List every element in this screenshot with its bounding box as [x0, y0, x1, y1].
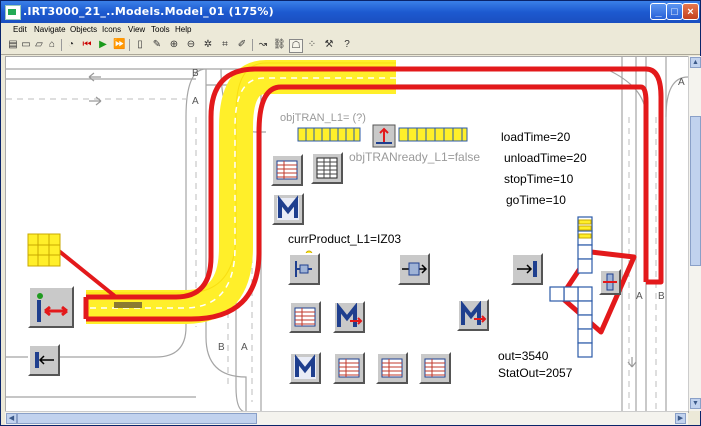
track-letter-b: B [658, 291, 665, 302]
obj-tran-ready-label: objTRANready_L1=false [349, 150, 481, 164]
menu-tools[interactable]: Tools [151, 25, 170, 34]
zoom-in-icon[interactable]: ⊕ [168, 39, 180, 51]
toolbar-separator [252, 39, 253, 51]
grid-icon[interactable]: ⁘ [306, 39, 318, 51]
load-time-label: loadTime=20 [501, 130, 571, 144]
module-m-output-icon[interactable] [333, 301, 365, 333]
toolbar: ▤ ▭ ▱ ⌂ ◔ ⏮ ▶ ⏩ ▯ ✎ ⊕ ⊖ ✲ ⌗ ✐ ↝ ⛓ ☖ ⁘ ⚒ … [1, 37, 700, 55]
app-window: .IRT3000_21_..Models.Model_01 (175%) _ □… [0, 0, 701, 426]
folder-open-icon[interactable]: ▱ [33, 39, 45, 51]
model-canvas[interactable]: B A B A A B A objTRAN_L1= (?) objTRANrea… [5, 56, 689, 413]
clipboard-icon[interactable]: ▯ [134, 39, 146, 51]
brush-icon[interactable]: ✎ [151, 39, 163, 51]
menu-help[interactable]: Help [175, 25, 191, 34]
menu-navigate[interactable]: Navigate [34, 25, 66, 34]
go-time-label: goTime=10 [506, 193, 566, 207]
menu-objects[interactable]: Objects [70, 25, 97, 34]
title-bar[interactable]: .IRT3000_21_..Models.Model_01 (175%) _ □… [1, 1, 700, 23]
rewind-icon[interactable]: ⏮ [81, 39, 93, 51]
route-icon[interactable]: ↝ [257, 39, 269, 51]
track-letter-a: A [636, 291, 643, 302]
crop-icon[interactable]: ⌗ [219, 39, 231, 51]
toolbar-separator [61, 39, 62, 51]
minimize-button[interactable]: _ [650, 3, 667, 20]
menu-bar: Edit Navigate Objects Icons View Tools H… [1, 23, 700, 37]
vertical-scroll-thumb[interactable] [690, 116, 701, 266]
window-title: .IRT3000_21_..Models.Model_01 (175%) [23, 5, 274, 18]
fast-forward-icon[interactable]: ⏩ [113, 39, 125, 51]
table-icon[interactable] [419, 352, 451, 384]
stat-out-label: StatOut=2057 [498, 366, 573, 380]
scroll-up-icon[interactable]: ▲ [690, 57, 701, 68]
home-icon[interactable]: ⌂ [46, 39, 58, 51]
module-m-output-icon[interactable] [457, 299, 489, 331]
maximize-button[interactable]: □ [666, 3, 683, 20]
toolbar-separator [129, 39, 130, 51]
zoom-fit-icon[interactable]: ✲ [202, 39, 214, 51]
vertical-scrollbar[interactable]: ▲ ▼ [688, 56, 701, 411]
edit-icon[interactable]: ✐ [236, 39, 248, 51]
scroll-down-icon[interactable]: ▼ [690, 398, 701, 409]
table-icon[interactable] [333, 352, 365, 384]
module-m-icon[interactable] [272, 193, 304, 225]
link-icon[interactable]: ⛓ [273, 39, 286, 51]
track-letter-a: A [241, 342, 248, 353]
comment-icon[interactable]: ☖ [289, 39, 303, 53]
unload-time-label: unloadTime=20 [504, 151, 587, 165]
horizontal-scroll-thumb[interactable] [17, 413, 257, 424]
transfer-station-icon[interactable] [398, 253, 430, 285]
out-counter-label: out=3540 [498, 349, 549, 363]
zoom-out-icon[interactable]: ⊖ [185, 39, 197, 51]
scroll-right-icon[interactable]: ▶ [675, 413, 686, 424]
app-icon [5, 5, 21, 20]
menu-edit[interactable]: Edit [13, 25, 27, 34]
current-product-label: currProduct_L1=IZ03 [288, 232, 402, 246]
walker-icon[interactable]: ⚒ [323, 39, 335, 51]
book-icon[interactable]: ▤ [7, 39, 19, 51]
module-m-icon[interactable] [289, 352, 321, 384]
entry-station-icon[interactable] [28, 344, 60, 376]
track-letter-a: A [678, 77, 685, 88]
track-letter-a: A [192, 96, 199, 107]
transfer-unit-icon[interactable] [28, 286, 74, 328]
table-icon[interactable] [311, 152, 343, 184]
menu-view[interactable]: View [128, 25, 145, 34]
station-icon[interactable] [288, 253, 320, 285]
track-letter-b: B [218, 342, 225, 353]
horizontal-scrollbar[interactable]: ◀ ▶ [5, 411, 688, 425]
table-icon[interactable] [289, 301, 321, 333]
stop-time-label: stopTime=10 [504, 172, 574, 186]
play-icon[interactable]: ▶ [97, 39, 109, 51]
table-icon[interactable] [271, 154, 303, 186]
track-letter-b: B [192, 68, 199, 79]
obj-tran-label: objTRAN_L1= (?) [280, 112, 366, 124]
folder-icon[interactable]: ▭ [20, 39, 32, 51]
table-icon[interactable] [376, 352, 408, 384]
close-button[interactable]: × [682, 3, 699, 20]
sink-icon[interactable] [511, 253, 543, 285]
menu-icons[interactable]: Icons [102, 25, 121, 34]
scroll-left-icon[interactable]: ◀ [6, 413, 17, 424]
stopwatch-icon[interactable]: ◔ [65, 39, 77, 51]
help-icon[interactable]: ? [341, 39, 353, 51]
gate-icon[interactable] [599, 269, 621, 295]
